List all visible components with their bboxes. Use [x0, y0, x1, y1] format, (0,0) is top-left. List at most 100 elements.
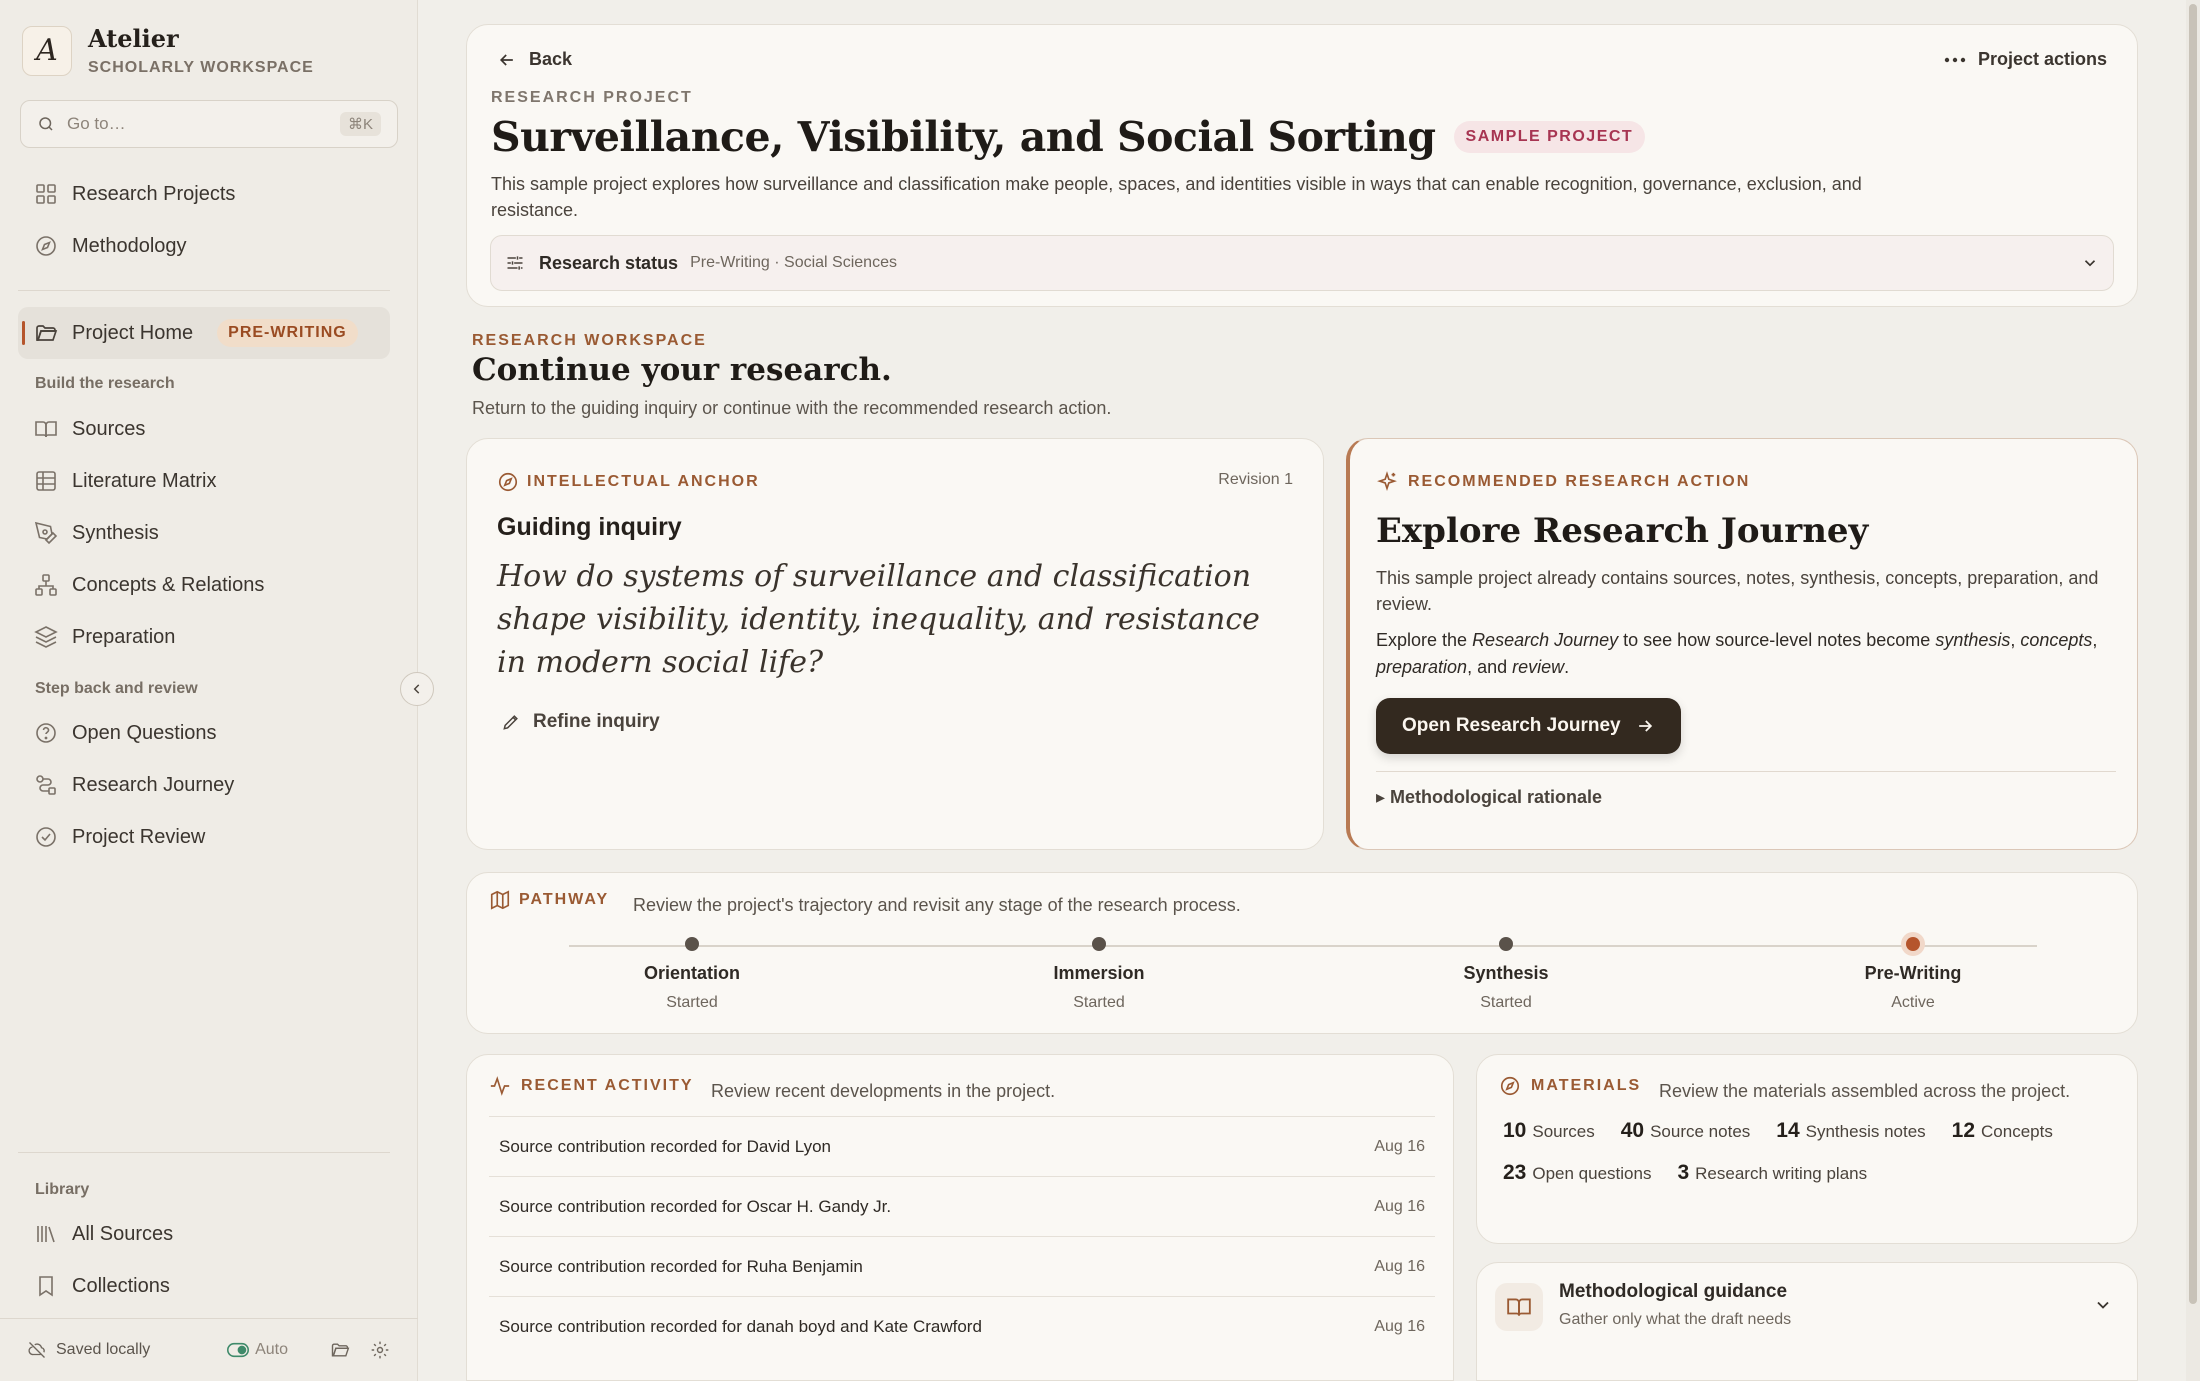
material-sources[interactable]: 10 Sources [1503, 1119, 1595, 1143]
sidebar-item-project-review[interactable]: Project Review [18, 811, 390, 863]
activity-icon [490, 1076, 510, 1096]
auto-label: Auto [255, 1341, 288, 1358]
materials-row: 10 Sources 40 Source notes 14 Synthesis not… [1503, 1119, 2053, 1143]
sidebar-item-research-projects[interactable]: Research Projects [18, 168, 390, 220]
activity-row[interactable]: Source contribution recorded for danah b… [489, 1296, 1435, 1356]
guiding-inquiry-heading: Guiding inquiry [497, 513, 682, 541]
divider [1376, 771, 2116, 772]
network-icon [35, 574, 57, 596]
search-icon [39, 117, 53, 131]
question-icon [36, 723, 56, 743]
sidebar-item-open-questions[interactable]: Open Questions [18, 707, 390, 759]
stage-state: Active [1891, 994, 1935, 1011]
research-status-label: Research status [539, 252, 679, 273]
activity-row[interactable]: Source contribution recorded for David L… [489, 1116, 1435, 1176]
shortcut-hint: ⌘K [339, 112, 381, 136]
bookmark-icon [39, 1276, 53, 1297]
materials-eyebrow: MATERIALS [1531, 1077, 1642, 1094]
section-label-review: Step back and review [35, 680, 198, 697]
route-icon [36, 775, 56, 795]
compass-icon [498, 472, 518, 492]
activity-date: Aug 16 [1374, 1317, 1425, 1335]
app-subtitle: SCHOLARLY WORKSPACE [88, 59, 314, 76]
pathway-description: Review the project's trajectory and revi… [633, 895, 1241, 915]
material-open-questions[interactable]: 23 Open questions [1503, 1161, 1651, 1185]
stage-dot [685, 937, 699, 951]
goto-search-input[interactable]: Go to… ⌘K [20, 100, 398, 148]
compass-icon [1500, 1076, 1520, 1096]
stage-dot [1499, 937, 1513, 951]
stage-name: Immersion [1053, 963, 1145, 983]
folder-open-icon[interactable] [330, 1340, 350, 1360]
guidance-subtitle: Gather only what the draft needs [1559, 1311, 1792, 1328]
stage-state: Started [666, 994, 718, 1011]
pencil-icon [503, 715, 518, 730]
sidebar-item-synthesis[interactable]: Synthesis [18, 507, 390, 559]
research-status-dropdown[interactable]: Research status Pre-Writing · Social Sci… [490, 235, 2114, 291]
sidebar-item-literature-matrix[interactable]: Literature Matrix [18, 455, 390, 507]
app-logo: A [22, 25, 72, 76]
project-actions-button[interactable]: Project actions [1944, 49, 2107, 70]
save-status: Saved locally [28, 1341, 227, 1359]
open-book-icon [1507, 1298, 1531, 1316]
chevron-down-icon [2097, 1301, 2109, 1309]
project-description: This sample project explores how surveil… [491, 174, 1862, 220]
refine-inquiry-button[interactable]: Refine inquiry [501, 711, 660, 733]
stage-synthesis[interactable]: Synthesis Started [1386, 937, 1626, 1012]
material-source-notes[interactable]: 40 Source notes [1621, 1119, 1751, 1143]
sidebar-item-all-sources[interactable]: All Sources [18, 1208, 390, 1260]
open-research-journey-button[interactable]: Open Research Journey [1376, 698, 1681, 754]
stage-name: Synthesis [1463, 963, 1549, 983]
recommended-title: Explore Research Journey [1376, 511, 1869, 551]
sidebar-item-preparation[interactable]: Preparation [18, 611, 390, 663]
recommended-eyebrow: RECOMMENDED RESEARCH ACTION [1408, 473, 1751, 490]
arrow-right-icon [1638, 720, 1652, 732]
chevron-left-icon [413, 684, 420, 694]
sidebar-item-label: Research Projects [72, 182, 236, 205]
material-synthesis-notes[interactable]: 14 Synthesis notes [1776, 1119, 1925, 1143]
arrow-left-icon [499, 53, 513, 66]
stage-dot-active [1906, 937, 1920, 951]
sidebar-item-label: All Sources [72, 1222, 174, 1245]
gear-icon[interactable] [370, 1340, 390, 1360]
guidance-icon-wrap [1495, 1283, 1543, 1331]
sidebar-footer: Saved locally Auto [0, 1318, 418, 1381]
research-status-value: Pre-Writing · Social Sciences [690, 254, 897, 271]
intellectual-anchor-card: INTELLECTUAL ANCHOR Revision 1 Guiding i… [466, 438, 1324, 850]
sidebar-item-methodology[interactable]: Methodology [18, 220, 390, 272]
scrollbar-thumb[interactable] [2189, 4, 2197, 1304]
activity-text: Source contribution recorded for Ruha Be… [499, 1256, 863, 1276]
recommended-paragraph-2: Explore the Research Journey to see how … [1376, 630, 2098, 677]
sidebar-divider [18, 1152, 390, 1153]
refine-inquiry-label: Refine inquiry [533, 711, 660, 732]
sidebar-item-research-journey[interactable]: Research Journey [18, 759, 390, 811]
sidebar-item-sources[interactable]: Sources [18, 403, 390, 455]
sidebar-item-collections[interactable]: Collections [18, 1260, 390, 1312]
sidebar-item-label: Project Review [72, 825, 206, 848]
sidebar-item-project-home[interactable]: Project Home PRE-WRITING [18, 307, 390, 359]
section-label-build: Build the research [35, 375, 175, 392]
back-button[interactable]: Back [497, 49, 572, 70]
app-name: Atelier [88, 24, 179, 53]
activity-row[interactable]: Source contribution recorded for Ruha Be… [489, 1236, 1435, 1296]
collapse-sidebar-button[interactable] [400, 672, 434, 706]
methodological-rationale-toggle[interactable]: ▸ Methodological rationale [1376, 787, 1602, 808]
brand[interactable]: A Atelier SCHOLARLY WORKSPACE [22, 24, 314, 77]
materials-card: MATERIALS Review the materials assembled… [1476, 1054, 2138, 1244]
goto-placeholder: Go to… [67, 114, 126, 133]
guidance-title: Methodological guidance [1559, 1281, 1788, 1302]
auto-toggle[interactable]: Auto [227, 1341, 288, 1359]
material-concepts[interactable]: 12 Concepts [1952, 1119, 2053, 1143]
sidebar-item-label: Research Journey [72, 773, 235, 796]
sidebar-item-concepts-relations[interactable]: Concepts & Relations [18, 559, 390, 611]
material-writing-plans[interactable]: 3 Research writing plans [1677, 1161, 1867, 1185]
stage-immersion[interactable]: Immersion Started [979, 937, 1219, 1012]
activity-row[interactable]: Source contribution recorded for Oscar H… [489, 1176, 1435, 1236]
cloud-off-icon [28, 1342, 45, 1358]
recent-activity-card: RECENT ACTIVITY Review recent developmen… [466, 1054, 1454, 1381]
project-eyebrow: RESEARCH PROJECT [491, 89, 693, 106]
methodological-guidance-card[interactable]: Methodological guidance Gather only what… [1476, 1262, 2138, 1381]
stage-pre-writing[interactable]: Pre-Writing Active [1793, 937, 2033, 1012]
stage-orientation[interactable]: Orientation Started [572, 937, 812, 1012]
project-title: Surveillance, Visibility, and Social Sor… [491, 113, 1436, 161]
